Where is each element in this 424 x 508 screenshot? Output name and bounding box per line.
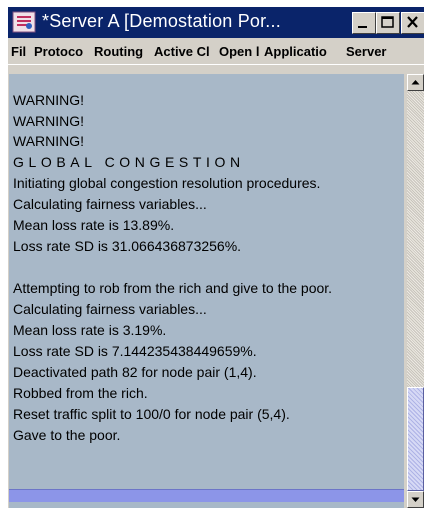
- vertical-scrollbar[interactable]: [407, 74, 424, 508]
- menu-open[interactable]: Open l: [219, 44, 259, 59]
- log-line: GLOBAL CONGESTION: [13, 154, 245, 170]
- arrow-down-icon: [411, 497, 420, 502]
- arrow-up-icon: [411, 80, 420, 85]
- scroll-up-button[interactable]: [407, 74, 424, 91]
- menu-application[interactable]: Applicatio: [264, 44, 327, 59]
- menu-protocol[interactable]: Protoco: [34, 44, 83, 59]
- maximize-button[interactable]: [376, 12, 400, 34]
- log-panel: WARNING! WARNING! WARNING! GLOBAL CONGES…: [9, 74, 404, 508]
- log-line: WARNING!: [13, 92, 85, 108]
- log-line: Robbed from the rich.: [13, 385, 148, 401]
- window-title: *Server A [Demostation Por...: [42, 11, 281, 31]
- log-line: WARNING!: [13, 133, 85, 149]
- log-line: Gave to the poor.: [13, 427, 121, 443]
- log-line: WARNING!: [13, 113, 85, 129]
- menu-active-clients[interactable]: Active Cl: [154, 44, 210, 59]
- scroll-down-button[interactable]: [407, 491, 424, 508]
- horizontal-scrollbar[interactable]: [9, 489, 404, 502]
- log-line: Calculating fairness variables...: [13, 196, 207, 212]
- log-line: Mean loss rate is 13.89%.: [13, 217, 175, 233]
- log-line: Deactivated path 82 for node pair (1,4).: [13, 364, 257, 380]
- title-bar[interactable]: *Server A [Demostation Por...: [8, 7, 424, 38]
- minimize-button[interactable]: [352, 12, 376, 34]
- menu-file[interactable]: Fil: [11, 44, 26, 59]
- log-line: Loss rate SD is 7.144235438449659%.: [13, 343, 257, 359]
- java-app-icon[interactable]: [12, 11, 36, 33]
- log-line: Reset traffic split to 100/0 for node pa…: [13, 406, 290, 422]
- menu-routing[interactable]: Routing: [94, 44, 143, 59]
- menu-server[interactable]: Server: [346, 44, 386, 59]
- minimize-icon: [358, 26, 367, 28]
- log-line: Mean loss rate is 3.19%.: [13, 322, 167, 338]
- log-line: Attempting to rob from the rich and give…: [13, 280, 333, 296]
- server-window: *Server A [Demostation Por... Fil Protoc…: [8, 7, 424, 508]
- menu-bar: Fil Protoco Routing Active Cl Open l App…: [8, 40, 424, 65]
- scroll-thumb[interactable]: [407, 387, 424, 491]
- close-button[interactable]: [401, 12, 424, 34]
- log-text-area[interactable]: WARNING! WARNING! WARNING! GLOBAL CONGES…: [9, 74, 404, 492]
- log-line: Initiating global congestion resolution …: [13, 175, 321, 191]
- close-icon: [407, 16, 418, 28]
- log-line: Calculating fairness variables...: [13, 301, 207, 317]
- log-line: Loss rate SD is 31.066436873256%.: [13, 238, 242, 254]
